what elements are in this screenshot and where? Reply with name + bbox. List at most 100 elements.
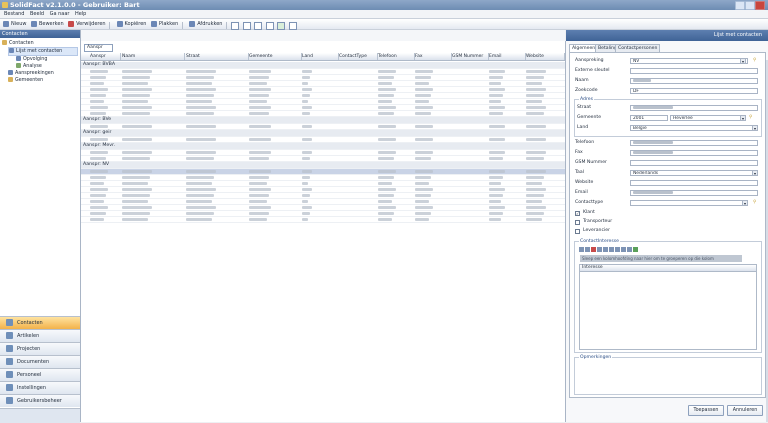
aanspreking-select[interactable]: NV (630, 58, 748, 64)
copy-icon[interactable] (597, 247, 602, 252)
search-icon[interactable]: ⚲ (753, 58, 756, 64)
group-row[interactable]: Aanspr: BVBA (81, 62, 565, 69)
redacted-cell (90, 125, 108, 128)
col-interesse[interactable]: Interesse (580, 265, 756, 272)
col-gemeente[interactable]: Gemeente (247, 53, 302, 60)
search-icon[interactable]: ⚲ (749, 115, 752, 121)
layout-icon[interactable] (254, 21, 263, 30)
col-naam[interactable]: Naam (120, 53, 185, 60)
group-row[interactable]: Aanspr: NV (81, 162, 565, 169)
tree-item-lijst-met-contacten[interactable]: Lijst met contacten (8, 47, 78, 56)
land-select[interactable]: Belgie (630, 125, 758, 131)
print-button[interactable]: Afdrukken (189, 19, 222, 29)
menu-bestand[interactable]: Bestand (4, 10, 24, 18)
dropdown-arrow-icon[interactable]: ▾ (740, 58, 746, 64)
group-row[interactable]: Aanspr: Mevr. (81, 143, 565, 150)
redacted-cell (90, 200, 104, 203)
nav-contacten[interactable]: Contacten (0, 316, 80, 329)
externe-sleutel-input[interactable] (630, 68, 758, 74)
nav-artikelen[interactable]: Artikelen (0, 329, 80, 342)
contacttype-select[interactable] (630, 200, 748, 206)
export-icon[interactable] (277, 21, 286, 30)
gemeente-select[interactable]: Heverlee (670, 115, 746, 121)
copy-button[interactable]: Kopiëren (116, 19, 146, 29)
col-website[interactable]: Website (524, 53, 565, 60)
view-icon[interactable] (615, 247, 620, 252)
gsm-input[interactable] (630, 160, 758, 166)
leverancier-checkbox[interactable] (575, 229, 580, 234)
dropdown-arrow-icon[interactable]: ▾ (752, 125, 758, 131)
fax-input[interactable] (630, 150, 758, 156)
redacted-cell (186, 106, 216, 109)
nav-personeel[interactable]: Personeel (0, 368, 80, 381)
col-land[interactable]: Land (300, 53, 339, 60)
group-row[interactable]: Aanspr: BVe (81, 117, 565, 124)
users-icon (6, 397, 13, 404)
klant-checkbox[interactable]: ✓ (575, 211, 580, 216)
dropdown-arrow-icon[interactable]: ▾ (752, 170, 758, 176)
apply-button[interactable]: Toepassen (688, 405, 724, 416)
export-icon[interactable] (633, 247, 638, 252)
view-icon[interactable] (231, 21, 240, 30)
tree-item-gemeenten[interactable]: Gemeenten (8, 77, 78, 84)
tree-item-contacten[interactable]: Contacten (2, 40, 78, 47)
tree-item-opvolging[interactable]: Opvolging (16, 56, 78, 63)
website-input[interactable] (630, 180, 758, 186)
cancel-button[interactable]: Annuleren (727, 405, 763, 416)
tree-item-aanspreekingen[interactable]: Aanspreekingen (8, 70, 78, 77)
col-telefoon[interactable]: Telefoon (376, 53, 415, 60)
tree-item-analyse[interactable]: Analyse (16, 63, 78, 70)
straat-input[interactable] (630, 105, 758, 111)
paste-button[interactable]: Plakken (150, 19, 178, 29)
transporteur-checkbox[interactable] (575, 220, 580, 225)
redacted-value (633, 191, 673, 194)
taal-select[interactable]: Nederlands (630, 170, 758, 176)
group-by-button[interactable]: Aanspr (84, 44, 113, 52)
col-gsm[interactable]: GSM Nummer (450, 53, 489, 60)
col-aanspr[interactable]: Aanspr (88, 53, 121, 60)
edit-button[interactable]: Bewerken (30, 19, 64, 29)
adres-section: Adres Straat Gemeente 2001 Heverlee ▾ ⚲ … (574, 97, 762, 137)
group-row[interactable]: Aanspr: geir (81, 130, 565, 137)
close-button[interactable] (755, 1, 765, 10)
zoekcode-input[interactable]: DF (630, 88, 758, 94)
grid-icon[interactable] (242, 21, 251, 30)
dropdown-arrow-icon[interactable]: ▾ (742, 200, 748, 206)
col-contacttype[interactable]: ContactType (337, 53, 378, 60)
table-row[interactable] (81, 217, 565, 223)
maximize-button[interactable] (745, 1, 755, 10)
menu-ga-naar[interactable]: Ga naar (50, 10, 70, 18)
col-email[interactable]: Email (487, 53, 526, 60)
columns-icon[interactable] (265, 21, 274, 30)
search-icon[interactable]: ⚲ (753, 200, 756, 206)
redacted-cell (302, 138, 312, 141)
dropdown-arrow-icon[interactable]: ▾ (740, 115, 746, 121)
naam-input[interactable] (630, 78, 758, 84)
grid-icon[interactable] (621, 247, 626, 252)
new-icon[interactable] (579, 247, 584, 252)
print-icon[interactable] (609, 247, 614, 252)
nav-gebruikersbeheer[interactable]: Gebruikersbeheer (0, 394, 80, 407)
nav-projecten[interactable]: Projecten (0, 342, 80, 355)
col-straat[interactable]: Straat (184, 53, 249, 60)
telefoon-input[interactable] (630, 140, 758, 146)
copy-icon (116, 21, 123, 27)
group-label: Aanspr: Mevr. (83, 143, 116, 148)
refresh-icon[interactable] (627, 247, 632, 252)
email-input[interactable] (630, 190, 758, 196)
menu-help[interactable]: Help (75, 10, 86, 18)
paste-icon[interactable] (603, 247, 608, 252)
refresh-icon[interactable] (288, 21, 297, 30)
col-fax[interactable]: Fax (413, 53, 452, 60)
nav-documenten[interactable]: Documenten (0, 355, 80, 368)
delete-icon[interactable] (591, 247, 596, 252)
redacted-cell (90, 100, 104, 103)
redacted-cell (489, 176, 503, 179)
new-button[interactable]: Nieuw (3, 19, 26, 29)
menu-beeld[interactable]: Beeld (30, 10, 44, 18)
delete-button[interactable]: Verwijderen (68, 19, 106, 29)
edit-icon[interactable] (585, 247, 590, 252)
minimize-button[interactable] (735, 1, 745, 10)
postcode-input[interactable]: 2001 (630, 115, 668, 121)
nav-instellingen[interactable]: Instellingen (0, 381, 80, 394)
